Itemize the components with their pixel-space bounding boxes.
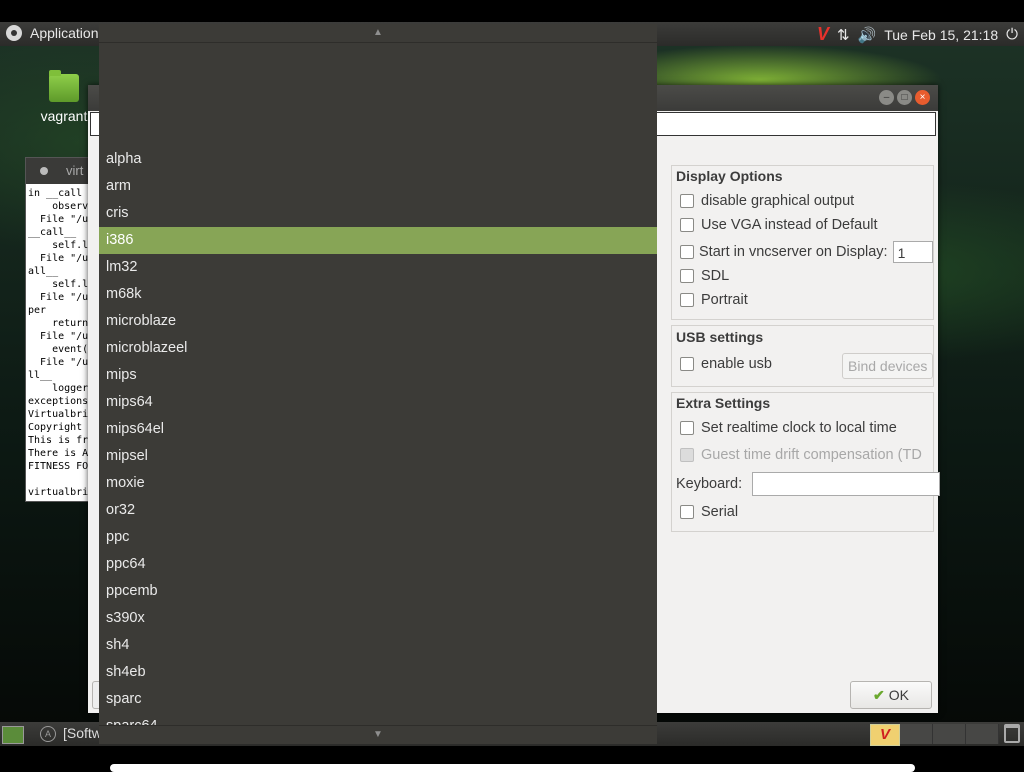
realtime-clock-checkbox[interactable]: Set realtime clock to local time — [680, 420, 897, 436]
scroll-down-icon[interactable]: ▼ — [99, 725, 657, 744]
portrait-checkbox[interactable]: Portrait — [680, 292, 748, 308]
applications-icon — [6, 25, 22, 41]
checkbox-label: SDL — [701, 268, 730, 284]
applications-menu[interactable]: Applications — [6, 25, 106, 41]
checkbox-label: Set realtime clock to local time — [701, 420, 897, 436]
minimize-icon[interactable]: – — [879, 90, 894, 105]
architecture-option-sparc[interactable]: sparc — [99, 686, 657, 713]
architecture-option-or32[interactable]: or32 — [99, 497, 657, 524]
architecture-option-ppcemb[interactable]: ppcemb — [99, 578, 657, 605]
network-icon[interactable]: ⇅ — [837, 26, 850, 44]
taskbar-item-software[interactable]: [Softw — [63, 725, 102, 741]
checkbox-label: Portrait — [701, 292, 748, 308]
checkbox-icon[interactable] — [680, 357, 694, 371]
folder-icon — [49, 70, 79, 102]
architecture-option-moxie[interactable]: moxie — [99, 470, 657, 497]
volume-icon[interactable]: 🔊 — [858, 26, 877, 44]
close-icon[interactable]: × — [915, 90, 930, 105]
enable-usb-checkbox[interactable]: enable usb — [680, 356, 772, 372]
show-desktop-icon[interactable] — [2, 726, 24, 744]
workspace-switcher[interactable] — [900, 724, 999, 744]
checkbox-label: disable graphical output — [701, 193, 855, 209]
architecture-option-ppc64[interactable]: ppc64 — [99, 551, 657, 578]
architecture-option-alpha[interactable]: alpha — [99, 146, 657, 173]
architecture-option-cris[interactable]: cris — [99, 200, 657, 227]
disable-graphical-checkbox[interactable]: disable graphical output — [680, 193, 854, 209]
workspace-2[interactable] — [933, 724, 966, 744]
sdl-checkbox[interactable]: SDL — [680, 268, 729, 284]
workspace-1[interactable] — [900, 724, 933, 744]
architecture-option-microblazeel[interactable]: microblazeel — [99, 335, 657, 362]
checkbox-icon[interactable] — [680, 505, 694, 519]
extra-settings-section: Extra Settings Set realtime clock to loc… — [671, 392, 934, 532]
architecture-dropdown-menu[interactable]: ▲ alpha arm cris i386 lm32 m68k microblaze micr… — [99, 24, 657, 744]
checkbox-icon[interactable] — [680, 194, 694, 208]
display-options-title: Display Options — [676, 168, 783, 184]
serial-checkbox[interactable]: Serial — [680, 504, 738, 520]
architecture-option-microblaze[interactable]: microblaze — [99, 308, 657, 335]
architecture-option-ppc[interactable]: ppc — [99, 524, 657, 551]
checkbox-icon — [680, 448, 694, 462]
checkbox-icon[interactable] — [680, 293, 694, 307]
scroll-up-icon[interactable]: ▲ — [99, 24, 657, 43]
architecture-option-mips[interactable]: mips — [99, 362, 657, 389]
desktop-icon-vagrant[interactable]: vagrant — [34, 70, 94, 124]
architecture-option-arm[interactable]: arm — [99, 173, 657, 200]
keyboard-label: Keyboard: — [676, 476, 743, 492]
time-drift-checkbox: Guest time drift compensation (TD — [680, 447, 922, 463]
power-icon[interactable]: ⏻ — [1006, 26, 1018, 43]
applications-label: Applications — [30, 25, 106, 41]
display-options-section: Display Options disable graphical output… — [671, 165, 934, 320]
bottom-bar — [110, 764, 915, 772]
checkbox-label: Serial — [701, 504, 739, 520]
software-updater-icon[interactable]: A — [40, 726, 56, 742]
checkbox-icon[interactable] — [680, 421, 694, 435]
architecture-option-s390x[interactable]: s390x — [99, 605, 657, 632]
maximize-icon[interactable]: □ — [897, 90, 912, 105]
vncserver-checkbox[interactable]: Start in vncserver on Display: 1 — [680, 241, 933, 263]
ok-button[interactable]: ✔ OK — [850, 681, 932, 709]
ok-label: OK — [888, 687, 909, 703]
desktop-icon-label: vagrant — [40, 108, 88, 124]
architecture-option-mips64el[interactable]: mips64el — [99, 416, 657, 443]
architecture-option-m68k[interactable]: m68k — [99, 281, 657, 308]
system-tray: V ⇅ 🔊 Tue Feb 15, 21:18 ⏻ — [817, 24, 1018, 45]
usb-settings-title: USB settings — [676, 329, 764, 345]
bind-devices-button[interactable]: Bind devices — [842, 353, 934, 379]
vnc-display-spinner[interactable]: 1 — [892, 241, 933, 263]
checkbox-icon[interactable] — [680, 245, 694, 259]
architecture-list: alpha arm cris i386 lm32 m68k microblaze microb… — [99, 146, 657, 740]
architecture-option-sh4[interactable]: sh4 — [99, 632, 657, 659]
architecture-option-sh4eb[interactable]: sh4eb — [99, 659, 657, 686]
checkbox-label: Guest time drift compensation (TD — [701, 447, 922, 463]
trash-icon[interactable] — [1004, 724, 1020, 743]
checkmark-icon: ✔ — [873, 686, 885, 703]
checkbox-icon[interactable] — [680, 269, 694, 283]
workspace-3[interactable] — [966, 724, 999, 744]
use-vga-checkbox[interactable]: Use VGA instead of Default — [680, 217, 878, 233]
extra-settings-title: Extra Settings — [676, 395, 771, 411]
checkbox-label: Use VGA instead of Default — [701, 217, 878, 233]
keyboard-input[interactable] — [752, 472, 940, 496]
virtualbricks-icon[interactable]: V — [817, 24, 829, 45]
checkbox-label: enable usb — [701, 356, 772, 372]
virtualbricks-taskbar-icon[interactable]: V — [870, 724, 900, 746]
checkbox-icon[interactable] — [680, 218, 694, 232]
architecture-option-i386[interactable]: i386 — [99, 227, 657, 254]
architecture-option-lm32[interactable]: lm32 — [99, 254, 657, 281]
clock[interactable]: Tue Feb 15, 21:18 — [884, 27, 998, 43]
checkbox-label: Start in vncserver on Display: — [699, 244, 888, 260]
architecture-option-mipsel[interactable]: mipsel — [99, 443, 657, 470]
architecture-option-mips64[interactable]: mips64 — [99, 389, 657, 416]
